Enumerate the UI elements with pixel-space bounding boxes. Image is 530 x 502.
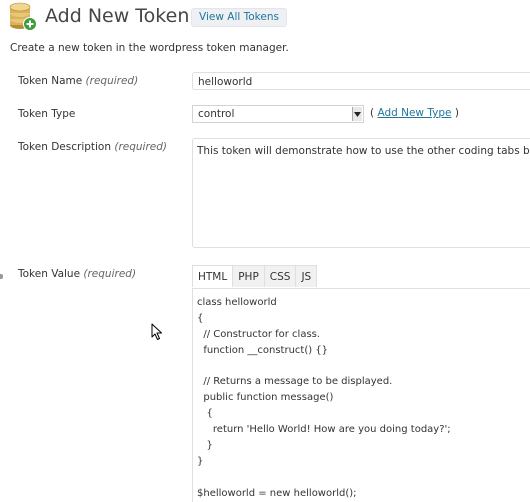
code-line: function __construct() {} (197, 344, 329, 356)
dropdown-arrow-icon (352, 107, 362, 121)
code-tabs: HTML PHP CSS JS (192, 265, 318, 288)
code-line: // Returns a message to be displayed. (197, 376, 393, 388)
tab-css[interactable]: CSS (263, 265, 296, 287)
code-line: class helloworld (197, 297, 277, 308)
token-value-label: Token Value (required) (18, 268, 137, 280)
token-type-select[interactable]: control (192, 105, 364, 123)
tab-html[interactable]: HTML (192, 265, 233, 287)
add-new-type-link[interactable]: Add New Type (377, 107, 451, 119)
code-line: $helloworld = new helloworld(); (197, 487, 357, 499)
mouse-pointer-icon (151, 323, 162, 340)
collapse-handle[interactable] (0, 274, 3, 279)
intro-text: Create a new token in the wordpress toke… (10, 42, 289, 54)
token-description-label: Token Description (required) (18, 141, 168, 153)
code-line: { (197, 312, 204, 324)
page-title: Add New Token (45, 5, 190, 27)
required-marker: (required) (114, 141, 168, 153)
token-name-label: Token Name (required) (18, 75, 139, 87)
code-line: { (197, 408, 213, 420)
token-type-selected-value: control (198, 108, 235, 120)
code-line: } (197, 455, 204, 467)
view-all-tokens-button[interactable]: View All Tokens (191, 8, 287, 27)
code-line: return 'Hello World! How are you doing t… (197, 424, 451, 436)
required-marker: (required) (85, 75, 139, 87)
tab-php[interactable]: PHP (232, 265, 264, 287)
token-description-textarea[interactable]: This token will demonstrate how to use t… (192, 138, 530, 248)
code-line: public function message() (197, 392, 334, 404)
tab-js[interactable]: JS (295, 265, 318, 287)
code-line: } (197, 440, 213, 452)
token-value-code-editor[interactable]: class helloworld { // Constructor for cl… (192, 288, 530, 502)
token-name-input[interactable]: helloworld (192, 72, 530, 90)
coin-stack-add-icon (9, 2, 37, 31)
token-type-label: Token Type (18, 108, 76, 120)
add-new-type: ( Add New Type ) (370, 107, 459, 119)
code-line: // Constructor for class. (197, 328, 321, 340)
add-token-page: Add New Token View All Tokens Create a n… (0, 0, 530, 502)
required-marker: (required) (83, 268, 137, 280)
